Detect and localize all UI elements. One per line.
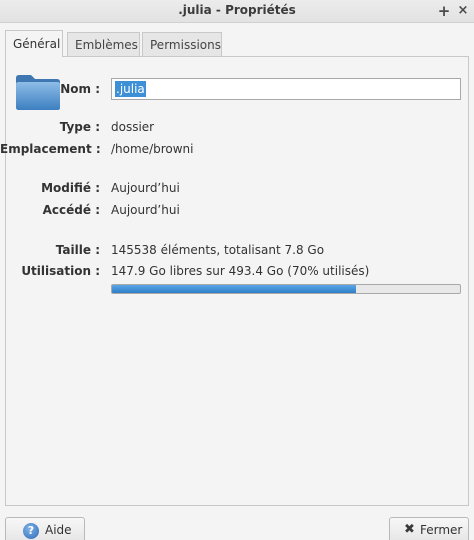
close-window-icon[interactable]: × xyxy=(455,3,471,19)
disk-usage-bar xyxy=(111,284,461,294)
accessed-label: Accédé : xyxy=(42,203,100,217)
properties-dialog: .julia - Propriétés + × Général Emblèmes… xyxy=(0,0,474,540)
name-label: Nom : xyxy=(60,82,100,96)
usage-label: Utilisation : xyxy=(21,264,100,278)
tab-general[interactable]: Général xyxy=(5,30,63,57)
tab-emblems[interactable]: Emblèmes xyxy=(67,32,140,56)
help-button[interactable]: ? Aide xyxy=(5,517,85,540)
title-bar[interactable]: .julia - Propriétés + × xyxy=(0,0,474,23)
location-label: Emplacement : xyxy=(0,142,101,156)
close-button[interactable]: ✖ Fermer xyxy=(389,517,469,540)
close-button-label: Fermer xyxy=(420,523,463,537)
disk-usage-bar-fill xyxy=(112,285,356,293)
size-value: 145538 éléments, totalisant 7.8 Go xyxy=(111,243,325,257)
name-field[interactable]: .julia xyxy=(111,78,461,100)
size-label: Taille : xyxy=(55,243,100,257)
close-icon: ✖ xyxy=(404,522,415,537)
name-field-selected-text: .julia xyxy=(115,81,146,97)
type-value: dossier xyxy=(111,120,155,134)
help-icon: ? xyxy=(23,523,39,539)
type-label: Type : xyxy=(59,120,100,134)
pin-icon[interactable]: + xyxy=(436,3,452,19)
modified-value: Aujourd’hui xyxy=(111,181,180,195)
modified-label: Modifié : xyxy=(41,181,100,195)
usage-value: 147.9 Go libres sur 493.4 Go (70% utilis… xyxy=(111,264,370,278)
help-button-label: Aide xyxy=(45,523,72,537)
location-value: /home/browni xyxy=(111,142,194,156)
window-title: .julia - Propriétés xyxy=(178,3,296,17)
accessed-value: Aujourd’hui xyxy=(111,203,180,217)
tab-permissions[interactable]: Permissions xyxy=(142,32,222,56)
